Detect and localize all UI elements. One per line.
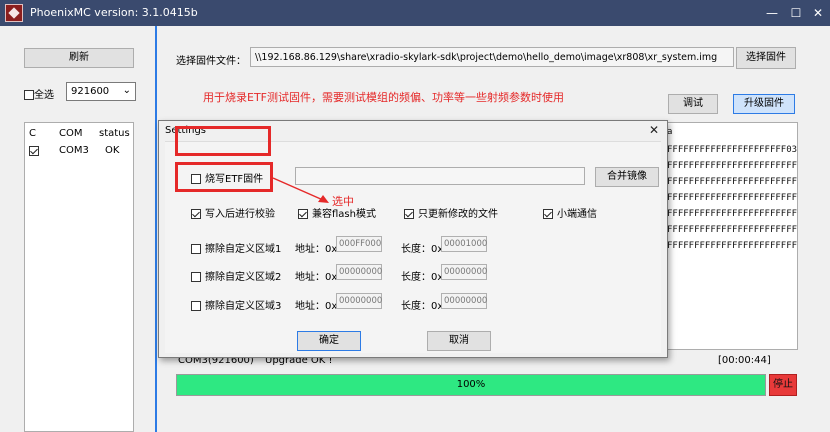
- select-all-box[interactable]: [24, 90, 34, 100]
- log-line: FFFFFFFFFFFFFFFFFFFFFFFFFFFF: [667, 193, 798, 203]
- erase-len-label: 长度：0x: [401, 301, 444, 312]
- little-endian-label: 小端通信: [557, 209, 597, 220]
- verify-option[interactable]: 写入后进行校验: [191, 205, 275, 220]
- arrow-annotation-icon: [272, 177, 329, 203]
- erase-region-3-option[interactable]: 擦除自定义区域3: [191, 297, 281, 312]
- flash-compat-checkbox[interactable]: [298, 209, 308, 219]
- port-row-com: COM3: [59, 145, 89, 156]
- update-changed-option[interactable]: 只更新修改的文件: [404, 205, 498, 220]
- status-elapsed: [00:00:44]: [718, 355, 771, 366]
- erase-len-label: 长度：0x: [401, 244, 444, 255]
- log-line: FFFFFFFFFFFFFFFFFFFFFFFFFFFF: [667, 209, 798, 219]
- app-logo-icon: [5, 4, 23, 22]
- port-row-status: OK: [105, 145, 120, 156]
- refresh-button[interactable]: 刷新: [24, 48, 134, 68]
- ok-button[interactable]: 确定: [297, 331, 361, 351]
- erase-region-label: 擦除自定义区域2: [205, 272, 282, 283]
- erase-region-label: 擦除自定义区域3: [205, 301, 282, 312]
- tab-upgrade[interactable]: 升级固件: [733, 94, 795, 114]
- port-row-checkbox[interactable]: [29, 146, 39, 156]
- choose-firmware-button[interactable]: 选择固件: [736, 47, 796, 69]
- col-com-header: COM: [59, 128, 83, 139]
- close-window-icon[interactable]: ✕: [808, 3, 828, 23]
- cancel-button[interactable]: 取消: [427, 331, 491, 351]
- erase-len-input[interactable]: 00000000: [441, 293, 487, 309]
- port-list[interactable]: C COM status COM3 OK: [24, 122, 134, 432]
- verify-highlight-box: [175, 162, 273, 192]
- select-annotation-text: 选中: [332, 195, 354, 208]
- log-line: FFFFFFFFFFFFFFFFFFFFFFFFFFFF: [667, 177, 798, 187]
- dialog-close-icon[interactable]: ✕: [649, 123, 659, 137]
- erase-addr-input[interactable]: 00000000: [336, 264, 382, 280]
- main-area: 刷新 全选 921600 ⌄ C COM status COM3 OK 选择固件…: [0, 26, 830, 432]
- erase-addr-input[interactable]: 00000000: [336, 293, 382, 309]
- baud-rate-select[interactable]: 921600 ⌄: [66, 82, 136, 101]
- erase-region-2-checkbox[interactable]: [191, 272, 201, 282]
- update-changed-label: 只更新修改的文件: [418, 209, 498, 220]
- firmware-path-input[interactable]: \\192.168.86.129\share\xradio-skylark-sd…: [250, 47, 734, 67]
- verify-checkbox[interactable]: [191, 209, 201, 219]
- erase-addr-label: 地址：0x: [295, 301, 338, 312]
- etf-path-input[interactable]: [295, 167, 585, 185]
- little-endian-checkbox[interactable]: [543, 209, 553, 219]
- etf-annotation-text: 用于烧录ETF测试固件，需要测试模组的频偏、功率等一些射频参数时使用: [203, 91, 564, 104]
- etf-highlight-box: [175, 126, 271, 156]
- verify-label: 写入后进行校验: [205, 209, 275, 220]
- erase-len-input[interactable]: 00001000: [441, 236, 487, 252]
- panel-divider: [155, 26, 157, 432]
- erase-addr-input[interactable]: 000FF000: [336, 236, 382, 252]
- window-title: PhoenixMC version: 3.1.0415b: [30, 6, 198, 19]
- erase-region-1-checkbox[interactable]: [191, 244, 201, 254]
- progress-text: 100%: [456, 379, 486, 390]
- title-bar: PhoenixMC version: 3.1.0415b — ☐ ✕: [0, 0, 830, 26]
- select-all-checkbox[interactable]: 全选: [24, 86, 54, 101]
- erase-len-input[interactable]: 00000000: [441, 264, 487, 280]
- log-line: FFFFFFFFFFFFFFFFFFFFFFFFFFFF: [667, 241, 798, 251]
- firmware-file-label: 选择固件文件：: [176, 56, 246, 67]
- select-all-label: 全选: [34, 90, 54, 101]
- tab-debug[interactable]: 调试: [668, 94, 718, 114]
- erase-region-3-checkbox[interactable]: [191, 301, 201, 311]
- stop-button[interactable]: 停止: [769, 374, 797, 396]
- erase-region-label: 擦除自定义区域1: [205, 244, 282, 255]
- chevron-down-icon: ⌄: [122, 85, 131, 96]
- col-check-header: C: [29, 128, 36, 139]
- log-line: FFFFFFFFFFFFFFFFFFFFFFFFFFFF: [667, 225, 798, 235]
- log-line: FFFFFFFFFFFFFFFFFFFFFF03FC00: [667, 145, 798, 155]
- merge-image-button[interactable]: 合并镜像: [595, 167, 659, 187]
- col-status-header: status: [99, 128, 130, 139]
- flash-compat-label: 兼容flash模式: [312, 209, 376, 220]
- upgrade-progress-bar: 100%: [176, 374, 766, 396]
- log-line: FFFFFFFFFFFFFFFFFFFFFFFFFFFF: [667, 161, 798, 171]
- erase-region-1-option[interactable]: 擦除自定义区域1: [191, 240, 281, 255]
- erase-region-2-option[interactable]: 擦除自定义区域2: [191, 268, 281, 283]
- minimize-icon[interactable]: —: [762, 3, 782, 23]
- erase-addr-label: 地址：0x: [295, 272, 338, 283]
- erase-addr-label: 地址：0x: [295, 244, 338, 255]
- erase-len-label: 长度：0x: [401, 272, 444, 283]
- maximize-icon[interactable]: ☐: [786, 3, 806, 23]
- update-changed-checkbox[interactable]: [404, 209, 414, 219]
- baud-rate-value: 921600: [71, 86, 110, 97]
- little-endian-option[interactable]: 小端通信: [543, 205, 597, 220]
